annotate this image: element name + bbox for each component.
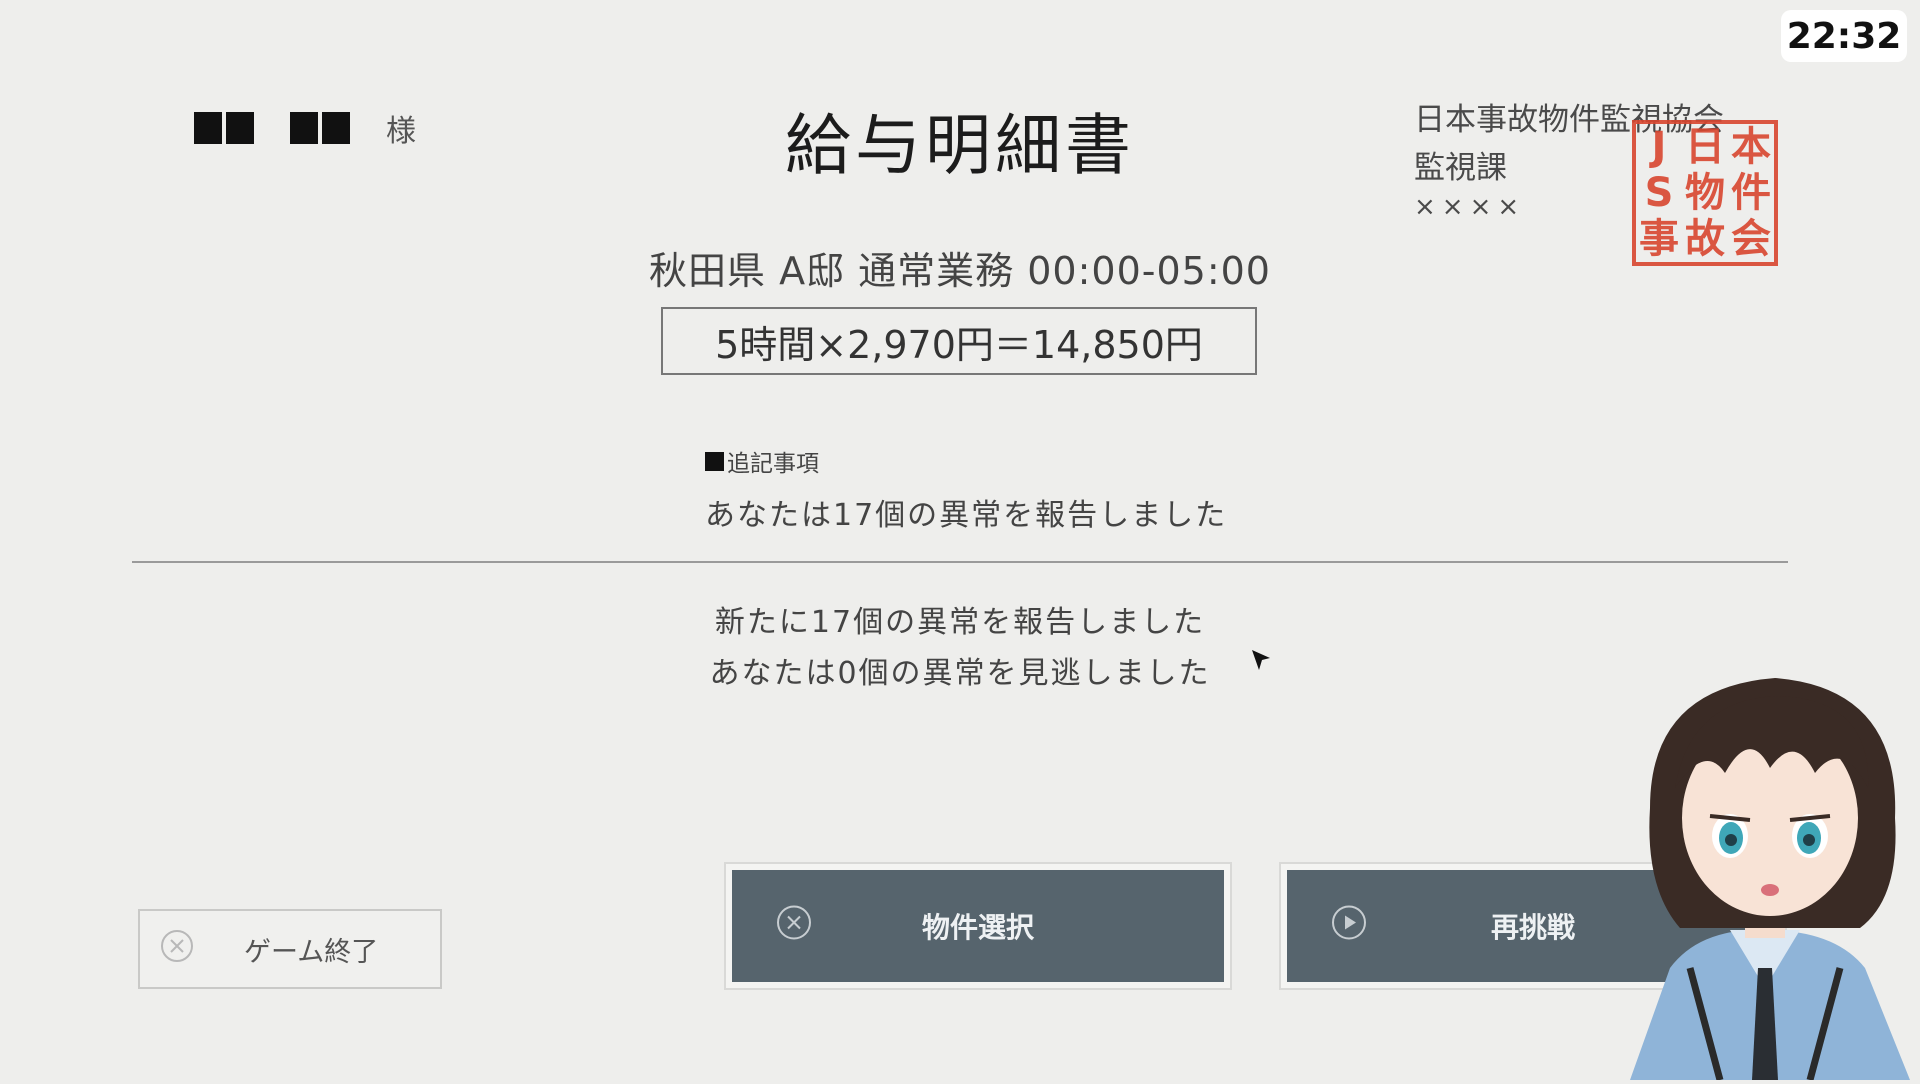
play-circle-icon	[1331, 905, 1367, 948]
notes-heading: 追記事項	[705, 444, 819, 478]
pay-calculation-box: 5時間×2,970円＝14,850円	[661, 307, 1257, 375]
mouse-cursor-icon	[1250, 648, 1272, 678]
bullet-square-icon	[705, 451, 724, 471]
pay-calculation: 5時間×2,970円＝14,850円	[715, 322, 1203, 367]
notes-heading-label: 追記事項	[727, 451, 819, 477]
notes-text: あなたは17個の異常を報告しました	[705, 498, 1228, 533]
quit-game-button[interactable]: ゲーム終了	[138, 909, 442, 989]
divider	[132, 561, 1788, 563]
streamer-avatar	[1610, 668, 1920, 1081]
shift-details: 秋田県 A邸 通常業務 00:00-05:00	[649, 249, 1271, 293]
close-circle-icon	[160, 929, 194, 970]
quit-game-label: ゲーム終了	[244, 936, 379, 968]
close-circle-icon	[776, 905, 812, 948]
property-select-button[interactable]: 物件選択	[724, 862, 1232, 990]
result-reported: 新たに17個の異常を報告しました	[714, 605, 1206, 640]
clock-overlay: 22:32	[1781, 10, 1907, 62]
